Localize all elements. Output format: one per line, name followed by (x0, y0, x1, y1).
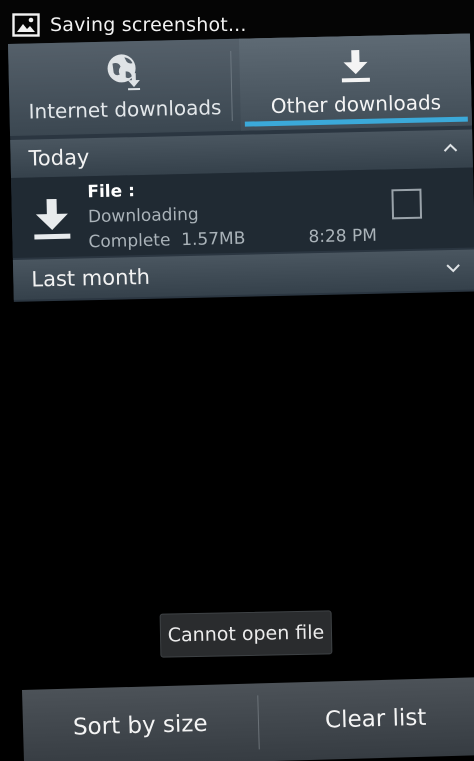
download-time: 8:28 PM (308, 225, 378, 248)
tab-internet-downloads[interactable]: Internet downloads (8, 39, 241, 136)
tab-label: Internet downloads (28, 95, 222, 124)
downloads-screen: Saving screenshot... Internet downloads (0, 0, 474, 761)
download-list-item[interactable]: File : Downloading Complete 1.57MB 8:28 … (11, 167, 474, 258)
tab-other-downloads[interactable]: Other downloads (238, 33, 472, 131)
download-status: Downloading (87, 204, 199, 228)
chevron-up-icon (443, 143, 458, 152)
section-header-last-month[interactable]: Last month (12, 249, 474, 300)
image-icon (12, 13, 40, 37)
file-size: Complete 1.57MB (88, 228, 246, 253)
selected-tab-indicator (244, 116, 468, 127)
tab-label: Other downloads (270, 90, 442, 119)
notification-text: Saving screenshot... (50, 14, 247, 36)
item-checkbox[interactable] (391, 188, 423, 220)
toast-message: Cannot open file (159, 610, 333, 658)
downloads-panel: Internet downloads Other downloads Today (8, 33, 474, 302)
section-label: Today (28, 145, 90, 171)
download-icon (34, 198, 71, 240)
download-icon (341, 50, 370, 83)
bottom-action-bar: Sort by size Clear list (22, 676, 474, 761)
file-title: File : (87, 181, 136, 203)
chevron-down-icon (446, 264, 460, 273)
section-label: Last month (31, 264, 151, 292)
clear-list-button[interactable]: Clear list (257, 677, 474, 761)
sort-by-size-button[interactable]: Sort by size (22, 683, 259, 761)
tab-bar: Internet downloads Other downloads (8, 33, 472, 136)
globe-download-icon (107, 54, 140, 91)
